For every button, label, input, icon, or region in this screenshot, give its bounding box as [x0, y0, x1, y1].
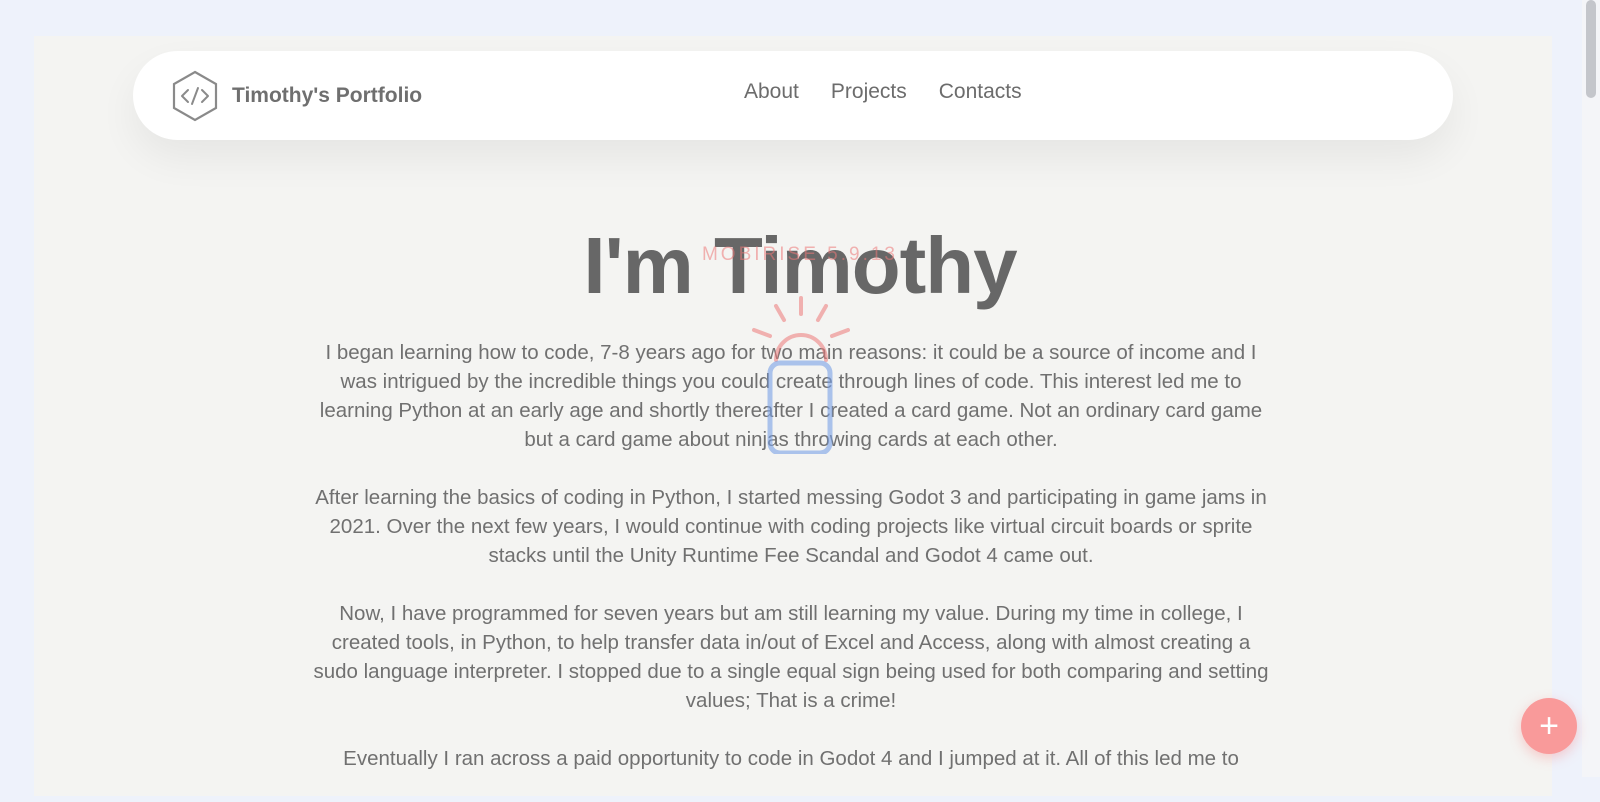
code-hexagon-icon: [172, 70, 218, 122]
brand[interactable]: Timothy's Portfolio: [172, 70, 422, 122]
hero-body: I began learning how to code, 7-8 years …: [308, 338, 1274, 802]
paragraph-1: I began learning how to code, 7-8 years …: [319, 341, 1263, 451]
brand-name[interactable]: Timothy's Portfolio: [232, 84, 422, 108]
hero-title: I'm Timothy: [583, 221, 1017, 310]
nav-link-about[interactable]: About: [744, 80, 799, 104]
paragraph-2: After learning the basics of coding in P…: [315, 486, 1267, 567]
plus-icon: +: [1539, 707, 1559, 745]
nav-link-contacts[interactable]: Contacts: [939, 80, 1022, 104]
paragraph-3: Now, I have programmed for seven years b…: [313, 602, 1269, 712]
add-block-button[interactable]: +: [1521, 698, 1577, 754]
scrollbar-thumb[interactable]: [1586, 0, 1596, 98]
paragraph-4: Eventually I ran across a paid opportuni…: [343, 747, 1239, 770]
top-navbar: Timothy's Portfolio About Projects Conta…: [133, 51, 1453, 140]
vertical-scrollbar[interactable]: [1582, 0, 1600, 777]
nav-link-projects[interactable]: Projects: [831, 80, 907, 104]
nav-links: About Projects Contacts: [744, 80, 1022, 104]
